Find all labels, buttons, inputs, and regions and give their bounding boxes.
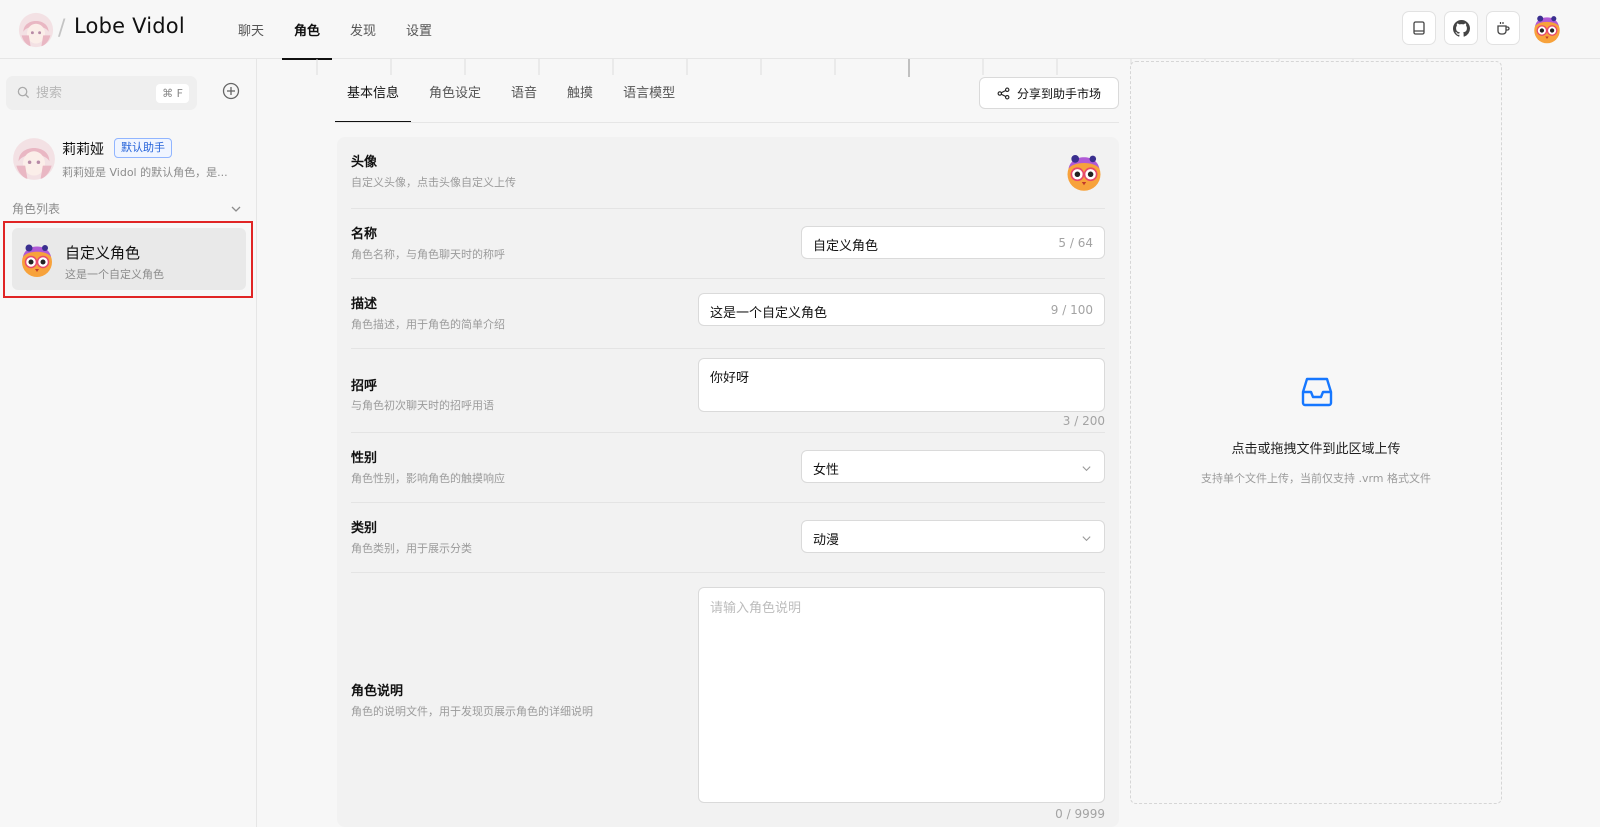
category-desc: 角色类别，用于展示分类 <box>351 542 472 555</box>
greeting-title: 招呼 <box>351 379 378 394</box>
avatar-desc: 自定义头像，点击头像自定义上传 <box>351 176 516 189</box>
default-assistant-item[interactable]: 莉莉娅 默认助手 莉莉娅是 Vidol 的默认角色，是... <box>6 133 251 187</box>
category-select[interactable]: 动漫 <box>801 520 1105 553</box>
name-title: 名称 <box>351 227 378 242</box>
main-nav: 聊天 角色 发现 设置 <box>226 0 450 60</box>
gender-value: 女性 <box>813 463 840 478</box>
category-value: 动漫 <box>813 533 840 548</box>
gender-desc: 角色性别，影响角色的触摸响应 <box>351 472 505 485</box>
nav-discover[interactable]: 发现 <box>338 0 388 59</box>
app-title[interactable]: Lobe Vidol <box>74 14 185 38</box>
search-input[interactable] <box>36 76 146 110</box>
avatar-title: 头像 <box>351 155 378 170</box>
user-avatar[interactable] <box>1530 11 1564 45</box>
role-form: 头像 自定义头像，点击头像自定义上传 名称 角色名称，与角色聊天时的称呼 自定义… <box>337 137 1119 827</box>
inbox-icon <box>1301 377 1333 407</box>
search-box[interactable]: ⌘ F <box>6 76 197 110</box>
gender-title: 性别 <box>351 451 378 466</box>
sidebar: ⌘ F 莉莉娅 默认助手 莉莉娅是 Vidol 的默认角色，是... 角色列表 … <box>0 59 257 827</box>
category-title: 类别 <box>351 521 378 536</box>
logo-divider: / <box>58 16 66 41</box>
assistant-description: 莉莉娅是 Vidol 的默认角色，是... <box>62 166 228 179</box>
name-input[interactable]: 自定义角色 5 / 64 <box>801 226 1105 259</box>
role-name: 自定义角色 <box>65 244 141 262</box>
name-count: 5 / 64 <box>1058 236 1093 250</box>
role-description: 这是一个自定义角色 <box>65 268 164 281</box>
name-desc: 角色名称，与角色聊天时的称呼 <box>351 248 505 261</box>
tab-language-model[interactable]: 语言模型 <box>611 59 687 123</box>
sponsor-button[interactable] <box>1486 11 1520 45</box>
tab-basic-info[interactable]: 基本信息 <box>335 59 412 123</box>
assistant-avatar <box>12 137 56 181</box>
github-icon <box>1452 19 1470 37</box>
logo-avatar[interactable] <box>18 12 54 48</box>
docs-button[interactable] <box>1402 11 1436 45</box>
search-icon <box>17 86 30 99</box>
gender-row: 性别 角色性别，影响角色的触摸响应 女性 <box>351 433 1105 503</box>
nav-chat[interactable]: 聊天 <box>226 0 276 59</box>
tab-role-settings[interactable]: 角色设定 <box>417 59 493 123</box>
github-button[interactable] <box>1444 11 1478 45</box>
role-list-item[interactable]: 自定义角色 这是一个自定义角色 <box>3 221 253 298</box>
greeting-row: 招呼 与角色初次聊天时的招呼用语 你好呀 3 / 200 <box>351 349 1105 433</box>
tab-voice[interactable]: 语音 <box>499 59 549 123</box>
description-title: 描述 <box>351 297 378 312</box>
nav-role[interactable]: 角色 <box>282 0 333 60</box>
category-row: 类别 角色类别，用于展示分类 动漫 <box>351 503 1105 573</box>
role-list-header[interactable]: 角色列表 <box>12 200 242 220</box>
description-row: 描述 角色描述，用于角色的简单介绍 这是一个自定义角色 9 / 100 <box>351 279 1105 349</box>
greeting-value: 你好呀 <box>710 371 750 386</box>
chevron-down-icon <box>1082 536 1091 542</box>
description-count: 9 / 100 <box>1050 303 1093 317</box>
greeting-count: 3 / 200 <box>1062 414 1105 428</box>
upload-title: 点击或拖拽文件到此区域上传 <box>1231 442 1401 457</box>
greeting-textarea[interactable]: 你好呀 <box>698 358 1105 412</box>
search-shortcut: ⌘ F <box>156 84 189 103</box>
readme-textarea[interactable]: 请输入角色说明 <box>698 587 1105 803</box>
role-avatar-upload[interactable] <box>1062 149 1106 193</box>
name-row: 名称 角色名称，与角色聊天时的称呼 自定义角色 5 / 64 <box>351 209 1105 279</box>
app-header: / Lobe Vidol 聊天 角色 发现 设置 <box>0 0 1600 60</box>
nav-settings[interactable]: 设置 <box>394 0 444 59</box>
readme-count: 0 / 9999 <box>1055 807 1105 821</box>
readme-title: 角色说明 <box>351 684 404 699</box>
header-actions <box>1394 11 1564 45</box>
share-icon <box>997 87 1010 99</box>
tabs-divider <box>335 122 1119 123</box>
description-desc: 角色描述，用于角色的简单介绍 <box>351 318 505 331</box>
upload-hint: 支持单个文件上传，当前仅支持 .vrm 格式文件 <box>1200 472 1432 485</box>
add-role-icon[interactable] <box>222 82 240 100</box>
book-icon <box>1413 21 1425 35</box>
default-badge: 默认助手 <box>114 138 172 158</box>
readme-desc: 角色的说明文件，用于发现页展示角色的详细说明 <box>351 705 593 718</box>
role-avatar <box>17 239 57 279</box>
share-to-market-button[interactable]: 分享到助手市场 <box>979 77 1119 109</box>
role-item-body: 自定义角色 这是一个自定义角色 <box>12 228 246 290</box>
readme-placeholder: 请输入角色说明 <box>710 601 802 616</box>
vrm-upload-dropzone[interactable]: 点击或拖拽文件到此区域上传 支持单个文件上传，当前仅支持 .vrm 格式文件 <box>1130 61 1502 804</box>
name-value: 自定义角色 <box>813 239 879 254</box>
role-list-title: 角色列表 <box>12 202 61 216</box>
role-tabs: 基本信息 角色设定 语音 触摸 语言模型 <box>335 59 693 123</box>
greeting-desc: 与角色初次聊天时的招呼用语 <box>351 399 494 412</box>
assistant-name: 莉莉娅 <box>62 142 104 158</box>
description-value: 这是一个自定义角色 <box>710 306 828 321</box>
description-input[interactable]: 这是一个自定义角色 9 / 100 <box>698 293 1105 326</box>
chevron-down-icon <box>1082 466 1091 472</box>
coffee-icon <box>1497 22 1510 35</box>
avatar-row: 头像 自定义头像，点击头像自定义上传 <box>351 137 1105 209</box>
gender-select[interactable]: 女性 <box>801 450 1105 483</box>
chevron-down-icon <box>231 206 241 212</box>
tab-touch[interactable]: 触摸 <box>555 59 605 123</box>
readme-row: 角色说明 角色的说明文件，用于发现页展示角色的详细说明 请输入角色说明 0 / … <box>351 573 1105 827</box>
share-label: 分享到助手市场 <box>1016 86 1101 101</box>
